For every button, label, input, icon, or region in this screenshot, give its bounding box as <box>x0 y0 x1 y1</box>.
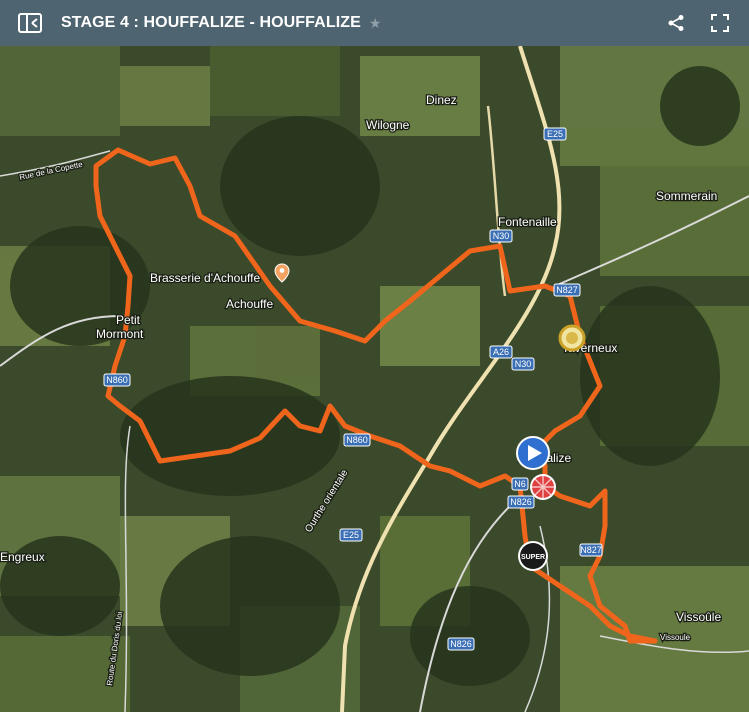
label-brasserie: Brasserie d'Achouffe <box>150 271 260 285</box>
star-icon[interactable]: ★ <box>369 15 382 32</box>
road-badge-n827-low: N827 <box>579 543 603 557</box>
svg-text:N826: N826 <box>510 497 532 507</box>
road-badge-n30-mid: N30 <box>511 357 535 371</box>
label-mormont: Mormont <box>96 327 144 341</box>
finish-marker[interactable] <box>530 474 556 500</box>
svg-text:N827: N827 <box>580 545 602 555</box>
svg-text:N860: N860 <box>346 435 368 445</box>
label-dinez: Dinez <box>426 93 457 107</box>
road-badge-n826-bottom: N826 <box>447 637 475 651</box>
stage-title: STAGE 4 : HOUFFALIZE - HOUFFALIZE <box>61 14 361 31</box>
fullscreen-icon[interactable] <box>711 14 729 32</box>
label-vissoule-road: Vissoule <box>660 633 691 642</box>
road-badge-e25-top: E25 <box>543 127 567 141</box>
gold-medal-badge[interactable] <box>558 324 586 352</box>
super-climb-badge[interactable]: SUPER <box>518 541 548 571</box>
svg-text:N827: N827 <box>556 285 578 295</box>
road-badge-n827: N827 <box>553 283 581 297</box>
svg-text:N30: N30 <box>493 231 510 241</box>
label-petit: Petit <box>116 313 141 327</box>
svg-text:N6: N6 <box>514 479 526 489</box>
road-badge-a26: A26 <box>489 345 513 359</box>
label-fontenaille: Fontenaille <box>498 215 557 229</box>
start-marker[interactable] <box>516 436 550 470</box>
road-badge-n826: N826 <box>507 495 535 509</box>
road-badge-n-partial: N6 <box>511 477 529 491</box>
label-sommerain: Sommerain <box>656 189 717 203</box>
label-engreux: Engreux <box>0 550 45 564</box>
label-wilogne: Wilogne <box>366 118 410 132</box>
svg-text:E25: E25 <box>547 129 563 139</box>
map-header: STAGE 4 : HOUFFALIZE - HOUFFALIZE ★ <box>0 0 749 46</box>
road-badge-n30-top: N30 <box>489 229 513 243</box>
sidebar-toggle-icon[interactable] <box>17 12 43 34</box>
svg-text:N826: N826 <box>450 639 472 649</box>
share-icon[interactable] <box>667 14 685 32</box>
label-vissoule: Vissoûle <box>676 610 721 624</box>
label-achouffe: Achouffe <box>226 297 273 311</box>
svg-text:SUPER: SUPER <box>521 554 545 561</box>
road-badge-n860-left: N860 <box>103 373 131 387</box>
svg-text:N30: N30 <box>515 359 532 369</box>
road-badge-e25-bottom: E25 <box>339 528 363 542</box>
road-badge-n860-mid: N860 <box>343 433 371 447</box>
map-canvas[interactable]: E25 N30 N827 A26 N30 N860 N860 N6 N826 N… <box>0 46 749 712</box>
svg-text:A26: A26 <box>493 347 509 357</box>
svg-text:N860: N860 <box>106 375 128 385</box>
svg-text:E25: E25 <box>343 530 359 540</box>
satellite-map[interactable]: E25 N30 N827 A26 N30 N860 N860 N6 N826 N… <box>0 46 749 712</box>
